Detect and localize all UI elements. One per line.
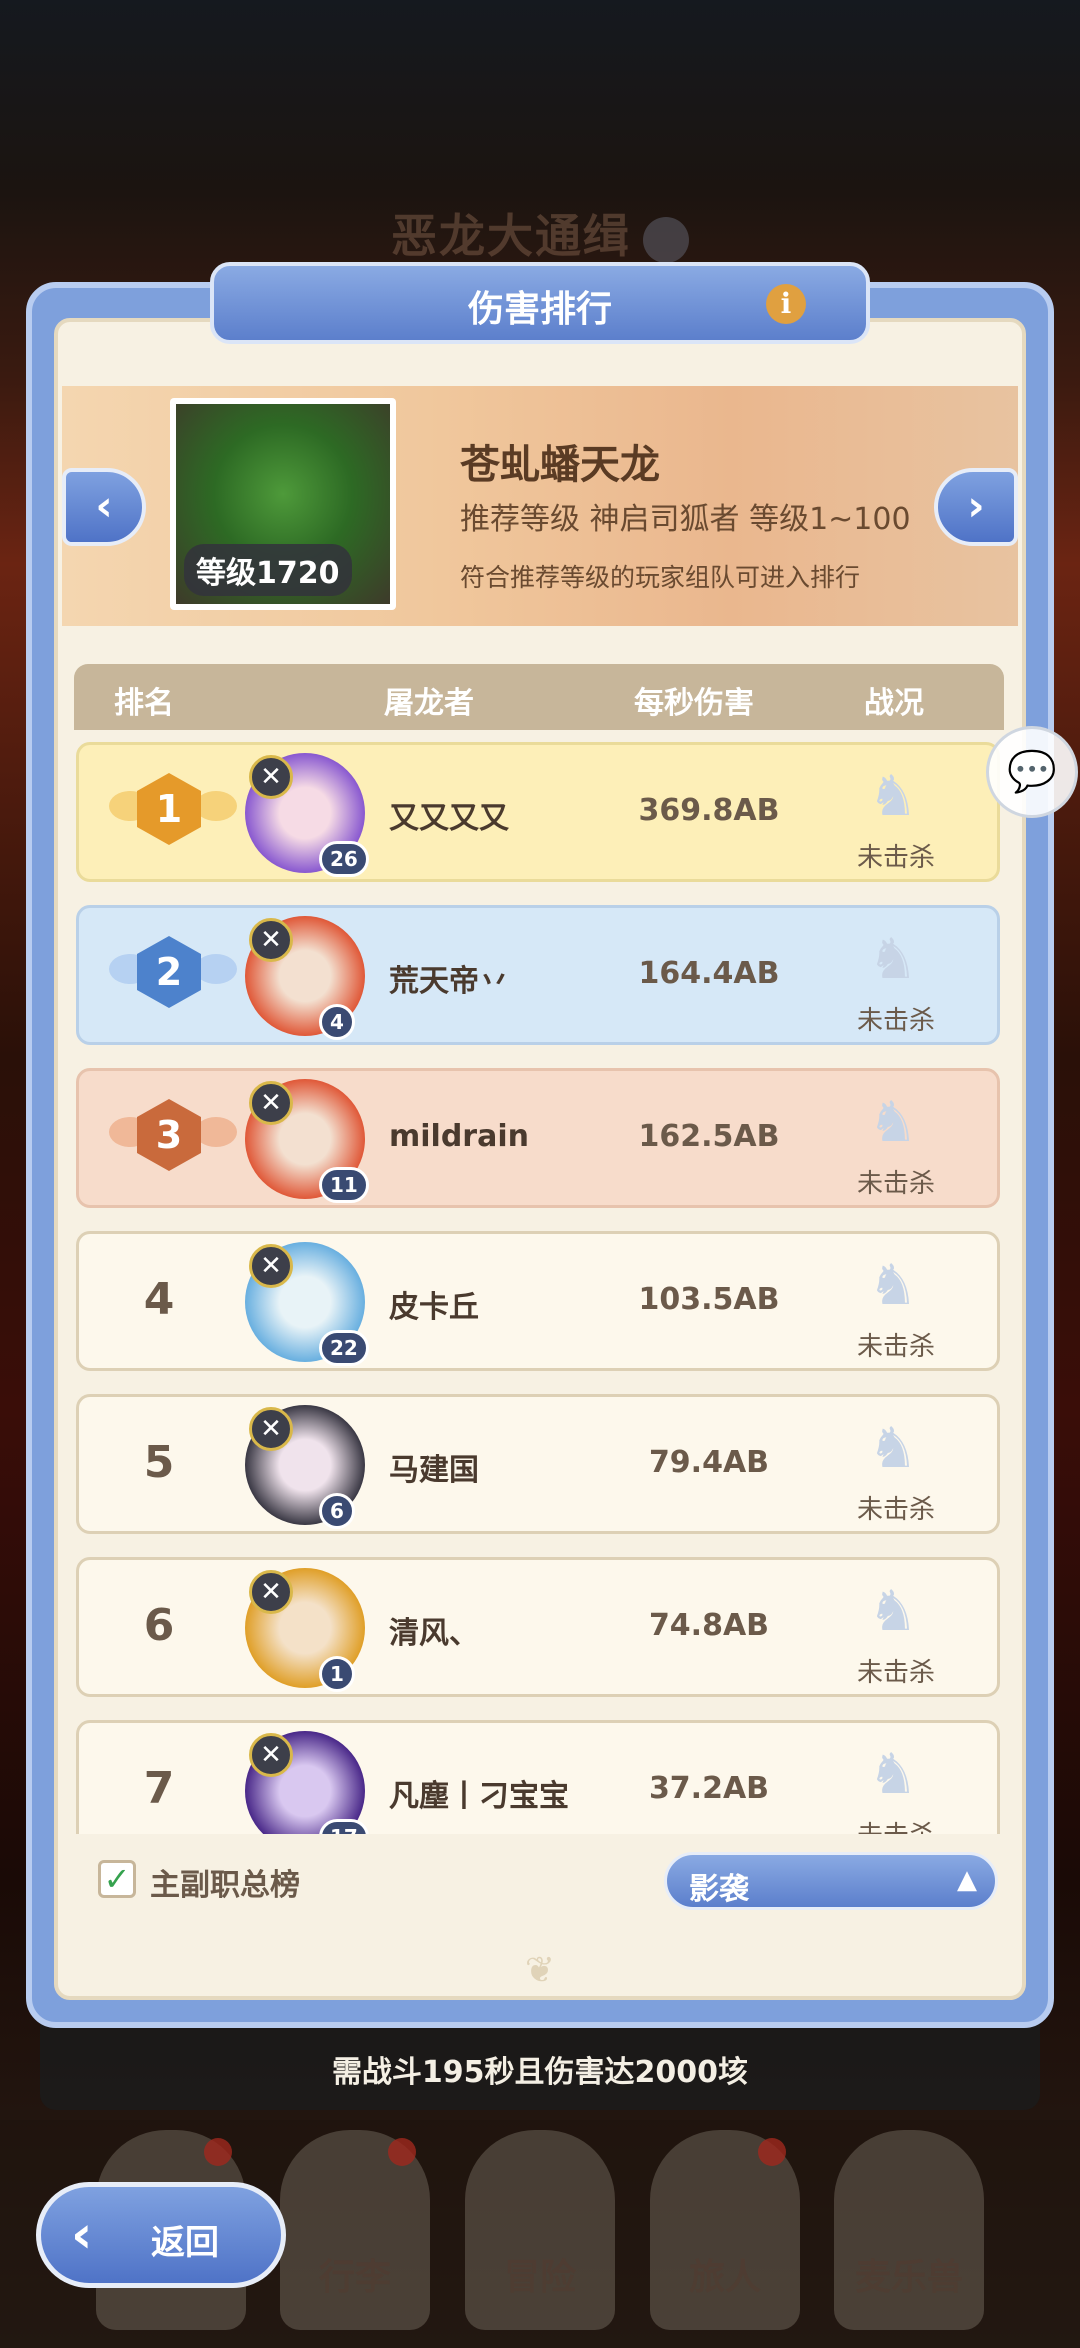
dps-value: 369.8AB	[638, 793, 780, 828]
notification-dot	[204, 2138, 232, 2166]
notification-dot	[758, 2138, 786, 2166]
dragon-icon: ♞	[867, 764, 919, 829]
class-icon: ✕	[249, 1733, 293, 1777]
event-title: 恶龙大通缉	[0, 200, 1080, 266]
kill-status: 未击杀	[856, 1495, 935, 1525]
prev-boss-button[interactable]: ‹	[62, 468, 146, 546]
boss-recommend: 推荐等级 神启司狐者 等级1~100	[460, 502, 911, 537]
player-name: 又又又又	[389, 801, 509, 836]
class-icon: ✕	[249, 918, 293, 962]
rank-number: 7	[143, 1763, 175, 1814]
dps-value: 74.8AB	[648, 1608, 770, 1643]
kill-status: 未击杀	[856, 1332, 935, 1362]
dps-value: 79.4AB	[648, 1445, 770, 1480]
ranking-row[interactable]: 6 ✕ 1 清风、 74.8AB ♞ 未击杀	[76, 1557, 1000, 1697]
dragon-art: 等级1720	[176, 404, 390, 604]
ranking-row[interactable]: 3 ✕ 11 mildrain 162.5AB ♞ 未击杀	[76, 1068, 1000, 1208]
player-level: 11	[319, 1167, 369, 1203]
dropdown-value: 影袭	[689, 1872, 749, 1907]
nav-traveler[interactable]: 旅人	[650, 2130, 800, 2330]
nav-pet[interactable]: 麦乐兽	[834, 2130, 984, 2330]
checkmark-icon: ✓	[103, 1860, 131, 1898]
chat-icon: 💬	[1007, 749, 1057, 795]
player-name: 荒天帝丷	[389, 964, 509, 999]
back-arrow-icon: ‹	[71, 2205, 93, 2265]
class-icon: ✕	[249, 1244, 293, 1288]
kill-status: 未击杀	[811, 1815, 981, 1834]
rank-number: 6	[143, 1600, 175, 1651]
info-icon[interactable]: i	[766, 284, 806, 324]
class-filter-dropdown[interactable]: 影袭 ▲	[664, 1852, 998, 1910]
ranking-row[interactable]: 4 ✕ 22 皮卡丘 103.5AB ♞ 未击杀	[76, 1231, 1000, 1371]
rank-number: 5	[143, 1437, 175, 1488]
checkbox-label: 主副职总榜	[150, 1868, 300, 1903]
kill-status: 未击杀	[856, 1006, 935, 1036]
dragon-icon: ♞	[867, 1253, 919, 1318]
class-icon: ✕	[249, 1081, 293, 1125]
class-icon: ✕	[249, 1407, 293, 1451]
dragon-icon: ♞	[867, 1416, 919, 1481]
fox-emblem-icon: ❦	[524, 1950, 556, 1991]
header-result: 战况	[864, 686, 924, 721]
book-icon	[643, 216, 689, 263]
ranking-row[interactable]: 5 ✕ 6 马建国 79.4AB ♞ 未击杀	[76, 1394, 1000, 1534]
next-boss-button[interactable]: ›	[934, 468, 1018, 546]
ranking-row[interactable]: 1 ✕ 26 又又又又 369.8AB ♞ 未击杀	[76, 742, 1000, 882]
ranking-table-header: 排名 屠龙者 每秒伤害 战况	[74, 664, 1004, 730]
header-rank: 排名	[114, 686, 174, 721]
boss-name: 苍虬蟠天龙	[460, 442, 660, 488]
dps-value: 103.5AB	[638, 1282, 780, 1317]
back-button[interactable]: ‹ 返回	[36, 2182, 286, 2288]
player-name: 皮卡丘	[389, 1290, 479, 1325]
player-name: 马建国	[389, 1453, 479, 1488]
dragon-icon: ♞	[867, 1090, 919, 1155]
dragon-icon: ♞	[867, 1742, 919, 1807]
kill-status: 未击杀	[856, 843, 935, 873]
boss-note: 符合推荐等级的玩家组队可进入排行	[460, 563, 861, 592]
panel-title-bar: 伤害排行 i	[210, 262, 870, 344]
dps-value: 162.5AB	[638, 1119, 780, 1154]
player-level: 17	[319, 1819, 369, 1834]
notification-dot	[388, 2138, 416, 2166]
player-name: 凡塵丨刁宝宝	[389, 1779, 569, 1814]
header-slayer: 屠龙者	[384, 686, 474, 721]
triangle-up-icon: ▲	[957, 1865, 977, 1895]
ranking-row[interactable]: 7 ✕ 17 凡塵丨刁宝宝 37.2AB ♞ 未击杀	[76, 1720, 1000, 1834]
player-name: mildrain	[389, 1119, 529, 1154]
ranking-row[interactable]: 2 ✕ 4 荒天帝丷 164.4AB ♞ 未击杀	[76, 905, 1000, 1045]
boss-portrait: 等级1720	[170, 398, 396, 610]
boss-level-badge: 等级1720	[184, 544, 352, 596]
dps-value: 164.4AB	[638, 956, 780, 991]
main-sub-class-checkbox[interactable]: ✓	[98, 1860, 136, 1898]
requirement-text: 需战斗195秒且伤害达2000垓	[331, 2055, 749, 2090]
chat-bubble-button[interactable]: 💬	[986, 726, 1078, 818]
gold-medal-icon: 1	[137, 773, 201, 845]
chevron-left-icon: ‹	[95, 481, 113, 530]
kill-status: 未击杀	[856, 1658, 935, 1688]
class-icon: ✕	[249, 1570, 293, 1614]
player-level: 6	[319, 1493, 355, 1529]
medal-wing	[195, 954, 237, 984]
header-dps: 每秒伤害	[634, 686, 754, 721]
player-level: 1	[319, 1656, 355, 1692]
ranking-list[interactable]: 1 ✕ 26 又又又又 369.8AB ♞ 未击杀 2 ✕ 4 荒天帝丷 164…	[74, 740, 1004, 1834]
player-level: 26	[319, 841, 369, 877]
dps-value: 37.2AB	[648, 1771, 770, 1806]
class-icon: ✕	[249, 755, 293, 799]
player-level: 4	[319, 1004, 355, 1040]
dragon-icon: ♞	[867, 927, 919, 992]
medal-wing	[195, 1117, 237, 1147]
kill-status: 未击杀	[856, 1169, 935, 1199]
silver-medal-icon: 2	[137, 936, 201, 1008]
player-level: 22	[319, 1330, 369, 1366]
bronze-medal-icon: 3	[137, 1099, 201, 1171]
chevron-right-icon: ›	[967, 481, 985, 530]
rank-number: 4	[143, 1274, 175, 1325]
dragon-icon: ♞	[867, 1579, 919, 1644]
player-name: 清风、	[389, 1616, 479, 1651]
nav-adventure[interactable]: 冒险	[465, 2130, 615, 2330]
nav-luggage[interactable]: 行李	[280, 2130, 430, 2330]
medal-wing	[195, 791, 237, 821]
